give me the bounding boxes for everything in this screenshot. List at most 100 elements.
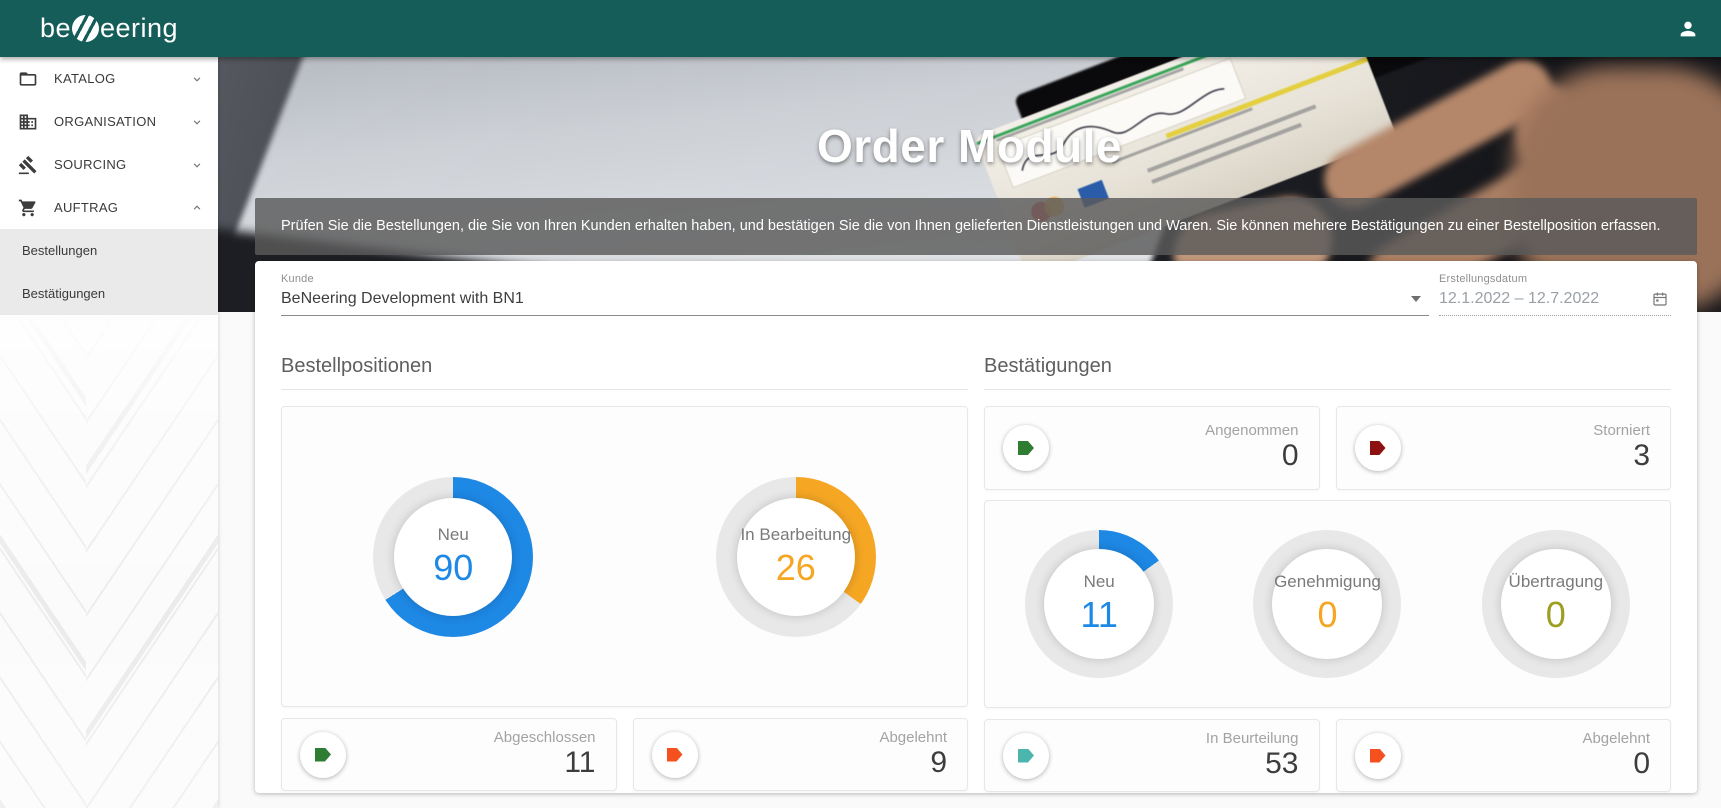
filter-row: Kunde BeNeering Development with BN1 Ers… bbox=[281, 273, 1671, 327]
logo-n-icon bbox=[72, 15, 99, 42]
stat-card-abgelehnt-confirm: Abgelehnt 0 bbox=[1336, 719, 1672, 792]
cart-icon bbox=[18, 198, 38, 218]
stat-icon-circle bbox=[1003, 425, 1049, 471]
stat-value: 0 bbox=[1401, 747, 1651, 782]
stat-icon-circle bbox=[300, 732, 346, 778]
stat-icon-circle bbox=[1003, 733, 1049, 779]
chevron-down-icon bbox=[190, 72, 204, 86]
confirmations-donut-card: Neu 11 Genehmigung 0 Ü bbox=[984, 500, 1671, 708]
stat-label: Abgelehnt bbox=[698, 729, 948, 746]
tag-icon bbox=[1370, 441, 1386, 455]
stat-value: 53 bbox=[1049, 747, 1299, 782]
tag-icon bbox=[1018, 749, 1034, 763]
stat-value: 11 bbox=[346, 746, 596, 781]
donut-chart-uebertragung: Übertragung 0 bbox=[1482, 530, 1630, 678]
account-button[interactable] bbox=[1671, 12, 1705, 46]
sidebar-item-label: SOURCING bbox=[54, 157, 190, 172]
donut-value: 0 bbox=[1317, 594, 1337, 636]
stat-icon-circle bbox=[652, 732, 698, 778]
folder-icon bbox=[18, 69, 38, 89]
sidebar-item-auftrag[interactable]: AUFTRAG bbox=[0, 186, 218, 229]
dashboard-columns: Bestellpositionen Neu 90 In Bearbeitung bbox=[281, 341, 1671, 792]
chevron-down-icon bbox=[190, 115, 204, 129]
calendar-icon[interactable] bbox=[1651, 290, 1669, 308]
chevron-down-icon[interactable] bbox=[1411, 296, 1421, 302]
sidebar-item-sourcing[interactable]: SOURCING bbox=[0, 143, 218, 186]
orders-stat-row: Abgeschlossen 11 Abgelehnt 9 bbox=[281, 718, 968, 791]
donut-value: 0 bbox=[1546, 594, 1566, 636]
chevron-up-icon bbox=[190, 201, 204, 215]
sidebar-item-bestaetigungen[interactable]: Bestätigungen bbox=[0, 272, 218, 315]
donut-center: Genehmigung 0 bbox=[1272, 549, 1382, 659]
date-field-label: Erstellungsdatum bbox=[1439, 273, 1671, 285]
sidebar-submenu-auftrag: Bestellungen Bestätigungen bbox=[0, 229, 218, 315]
customer-select-field[interactable]: Kunde BeNeering Development with BN1 bbox=[281, 273, 1429, 316]
stat-icon-circle bbox=[1355, 425, 1401, 471]
tag-icon bbox=[1370, 749, 1386, 763]
donut-value: 26 bbox=[776, 547, 816, 589]
donut-label: In Bearbeitung bbox=[740, 525, 851, 545]
stat-label: Storniert bbox=[1401, 422, 1651, 439]
main-content: Order Module Prüfen Sie die Bestellungen… bbox=[218, 57, 1721, 808]
confirmations-stat-row-top: Angenommen 0 Storniert 3 bbox=[984, 406, 1671, 490]
customer-select-value[interactable]: BeNeering Development with BN1 bbox=[281, 290, 1411, 308]
sidebar-building-watermark bbox=[0, 300, 218, 808]
logo-text-pre: be bbox=[40, 13, 71, 44]
sidebar-item-organisation[interactable]: ORGANISATION bbox=[0, 100, 218, 143]
stat-card-in-beurteilung: In Beurteilung 53 bbox=[984, 719, 1320, 792]
orders-section-title: Bestellpositionen bbox=[281, 341, 968, 390]
donut-center: Neu 11 bbox=[1044, 549, 1154, 659]
sidebar-item-bestellungen[interactable]: Bestellungen bbox=[0, 229, 218, 272]
page-description-bar: Prüfen Sie die Bestellungen, die Sie von… bbox=[255, 198, 1697, 255]
donut-label: Neu bbox=[438, 525, 469, 545]
page-title: Order Module bbox=[218, 119, 1721, 173]
orders-section: Bestellpositionen Neu 90 In Bearbeitung bbox=[281, 341, 968, 792]
stat-label: Abgeschlossen bbox=[346, 729, 596, 746]
page-description: Prüfen Sie die Bestellungen, die Sie von… bbox=[281, 217, 1661, 236]
tag-icon bbox=[667, 748, 683, 762]
tag-icon bbox=[315, 748, 331, 762]
top-app-bar: be eering bbox=[0, 0, 1721, 57]
donut-label: Neu bbox=[1084, 572, 1115, 592]
donut-value: 11 bbox=[1080, 594, 1117, 636]
stat-value: 9 bbox=[698, 746, 948, 781]
donut-center: In Bearbeitung 26 bbox=[737, 498, 855, 616]
gavel-icon bbox=[18, 155, 38, 175]
stat-card-abgelehnt: Abgelehnt 9 bbox=[633, 718, 969, 791]
donut-center: Neu 90 bbox=[394, 498, 512, 616]
customer-field-label: Kunde bbox=[281, 273, 1429, 285]
orders-donut-card: Neu 90 In Bearbeitung 26 bbox=[281, 406, 968, 707]
stat-card-angenommen: Angenommen 0 bbox=[984, 406, 1320, 490]
sidebar-item-label: KATALOG bbox=[54, 71, 190, 86]
logo: be eering bbox=[0, 13, 218, 44]
content-panel: Kunde BeNeering Development with BN1 Ers… bbox=[255, 261, 1697, 793]
donut-label: Übertragung bbox=[1509, 572, 1604, 592]
stat-label: Abgelehnt bbox=[1401, 730, 1651, 747]
sidebar-item-katalog[interactable]: KATALOG bbox=[0, 57, 218, 100]
organisation-icon bbox=[18, 112, 38, 132]
stat-card-storniert: Storniert 3 bbox=[1336, 406, 1672, 490]
donut-center: Übertragung 0 bbox=[1501, 549, 1611, 659]
stat-label: In Beurteilung bbox=[1049, 730, 1299, 747]
logo-text-post: eering bbox=[100, 13, 178, 44]
sidebar-subitem-label: Bestätigungen bbox=[22, 286, 105, 301]
confirmations-section-title: Bestätigungen bbox=[984, 341, 1671, 390]
sidebar: KATALOG ORGANISATION SOURCING AUFTRAG bbox=[0, 57, 218, 808]
donut-chart-genehmigung: Genehmigung 0 bbox=[1253, 530, 1401, 678]
donut-label: Genehmigung bbox=[1274, 572, 1381, 592]
stat-value: 3 bbox=[1401, 439, 1651, 474]
sidebar-item-label: AUFTRAG bbox=[54, 200, 190, 215]
date-range-field[interactable]: Erstellungsdatum 12.1.2022 – 12.7.2022 bbox=[1439, 273, 1671, 316]
donut-chart-in-bearbeitung: In Bearbeitung 26 bbox=[716, 477, 876, 637]
sidebar-item-label: ORGANISATION bbox=[54, 114, 190, 129]
donut-value: 90 bbox=[433, 547, 473, 589]
stat-icon-circle bbox=[1355, 733, 1401, 779]
donut-chart-neu-confirm: Neu 11 bbox=[1025, 530, 1173, 678]
sidebar-subitem-label: Bestellungen bbox=[22, 243, 97, 258]
stat-label: Angenommen bbox=[1049, 422, 1299, 439]
date-range-value[interactable]: 12.1.2022 – 12.7.2022 bbox=[1439, 290, 1651, 308]
donut-chart-neu: Neu 90 bbox=[373, 477, 533, 637]
stat-value: 0 bbox=[1049, 439, 1299, 474]
tag-icon bbox=[1018, 441, 1034, 455]
stat-card-abgeschlossen: Abgeschlossen 11 bbox=[281, 718, 617, 791]
